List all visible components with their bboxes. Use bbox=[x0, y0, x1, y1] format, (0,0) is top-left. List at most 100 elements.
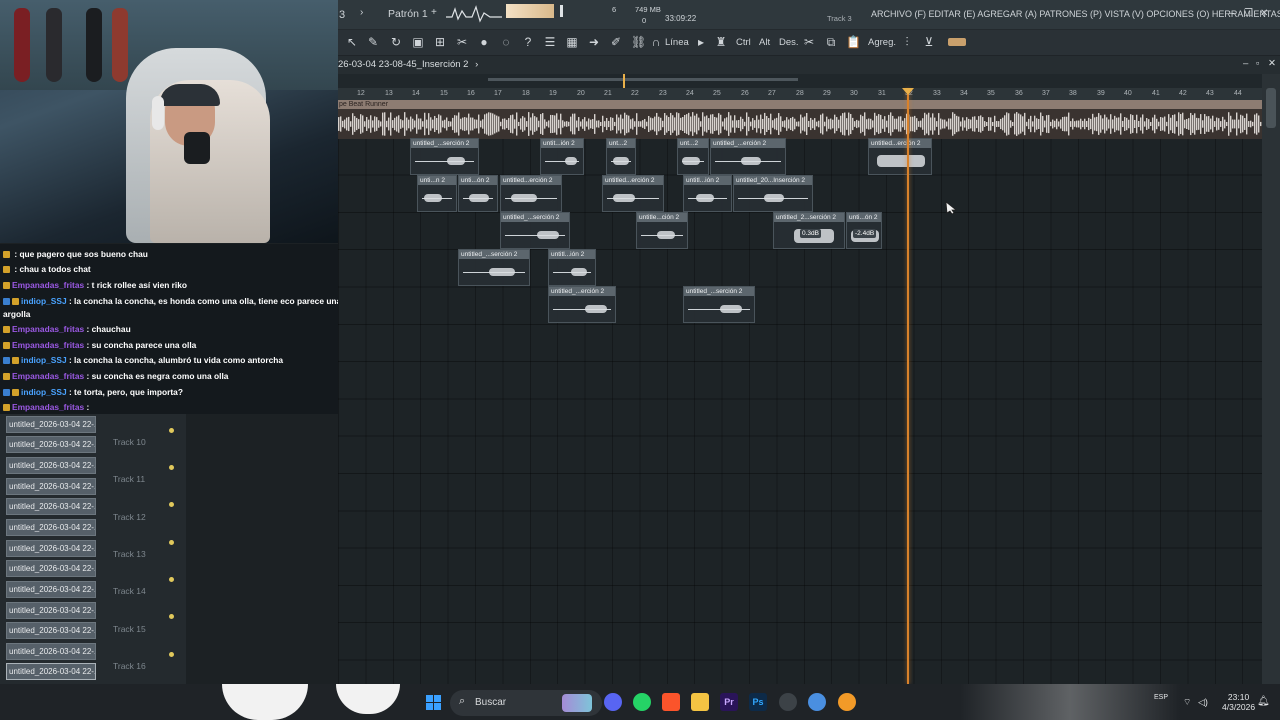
save-icon[interactable]: ▣ bbox=[411, 35, 425, 49]
add-button[interactable]: Agreg. bbox=[868, 37, 896, 48]
clip-list-item[interactable]: untitled_2026-03-04 22-... bbox=[6, 457, 96, 474]
file-explorer-icon[interactable] bbox=[691, 693, 709, 711]
photoshop-icon[interactable]: Ps bbox=[749, 693, 767, 711]
notification-bell-icon[interactable]: 🔔︎ bbox=[1257, 696, 1270, 707]
paste-icon[interactable]: 📋 bbox=[846, 35, 861, 49]
audio-clip[interactable]: untitle...ción 2 bbox=[636, 212, 688, 249]
mic-icon[interactable]: ● bbox=[477, 35, 491, 49]
clip-list-item[interactable]: untitled_2026-03-04 22-... bbox=[6, 622, 96, 639]
language-indicator[interactable]: ESP bbox=[1154, 694, 1168, 701]
timeline-ruler[interactable]: 12 13 14 15 16 17 18 19 20 21 22 23 24 2… bbox=[338, 88, 1262, 100]
track-enable-dot[interactable] bbox=[169, 428, 174, 433]
undo-button[interactable]: Des. bbox=[779, 37, 799, 48]
close-icon[interactable]: ✕ bbox=[1260, 8, 1268, 19]
add-pattern-icon[interactable]: + bbox=[431, 7, 437, 18]
audio-clip[interactable]: unti...ón 2 bbox=[458, 175, 498, 212]
minimize-icon[interactable]: – bbox=[1229, 8, 1235, 19]
fl-studio-icon[interactable] bbox=[838, 693, 856, 711]
clip-list-item[interactable]: untitled_2026-03-04 22-... bbox=[6, 478, 96, 495]
snap-icon[interactable]: ⊞ bbox=[433, 35, 447, 49]
chat-bubble-icon[interactable]: ◌ bbox=[499, 35, 513, 49]
playhead-marker-icon[interactable] bbox=[902, 88, 914, 95]
track-label[interactable]: Track 12 bbox=[113, 512, 146, 522]
track-label[interactable]: Track 15 bbox=[113, 624, 146, 634]
audio-clip[interactable]: untitled...erción 2 bbox=[602, 175, 664, 212]
chevron-right-icon[interactable]: › bbox=[475, 59, 478, 70]
audio-clip[interactable]: untitled_...serción 2 bbox=[683, 286, 755, 323]
audio-clip[interactable]: unt...2 bbox=[677, 138, 709, 175]
clip-list-item[interactable]: untitled_2026-03-04 22-... bbox=[6, 602, 96, 619]
audio-clip[interactable]: untitled_20...Inserción 2 bbox=[733, 175, 813, 212]
audio-clip[interactable]: untitled_...serción 2 bbox=[410, 138, 479, 175]
clip-list-item[interactable]: untitled_2026-03-04 22-... bbox=[6, 540, 96, 557]
clip-list-item[interactable]: untitled_2026-03-04 22-... bbox=[6, 643, 96, 660]
brave-icon[interactable] bbox=[662, 693, 680, 711]
clip-list-item[interactable]: untitled_2026-03-04 22-... bbox=[6, 498, 96, 515]
stamp-icon[interactable]: ♜ bbox=[714, 35, 728, 49]
chrome-icon[interactable] bbox=[808, 693, 826, 711]
arrow-right-icon[interactable]: ➜ bbox=[587, 35, 601, 49]
pattern-selector[interactable]: Patrón 1 bbox=[388, 8, 428, 20]
track-enable-dot[interactable] bbox=[169, 465, 174, 470]
track-label[interactable]: Track 16 bbox=[113, 661, 146, 671]
clip-list-item[interactable]: untitled_2026-03-04 22-... bbox=[6, 560, 96, 577]
track-label[interactable]: Track 11 bbox=[113, 474, 145, 484]
audio-clip[interactable]: untitled_...serción 2 bbox=[458, 249, 530, 286]
cut-clip-icon[interactable]: ✂ bbox=[802, 35, 816, 49]
audio-clip[interactable]: untitled_...erción 2 bbox=[548, 286, 616, 323]
windows-start-icon[interactable] bbox=[426, 695, 441, 710]
ctrl-modifier[interactable]: Ctrl bbox=[736, 37, 751, 48]
track-enable-dot[interactable] bbox=[169, 577, 174, 582]
audio-clip[interactable]: untitled...erción 2 bbox=[500, 175, 562, 212]
track-label[interactable]: Track 13 bbox=[113, 549, 146, 559]
audio-clip[interactable]: untitl...ión 2 bbox=[683, 175, 732, 212]
track-enable-dot[interactable] bbox=[169, 614, 174, 619]
taskbar-search[interactable]: ⌕ Buscar bbox=[450, 690, 602, 716]
obs-icon[interactable] bbox=[779, 693, 797, 711]
track-enable-dot[interactable] bbox=[169, 540, 174, 545]
track-enable-dot[interactable] bbox=[169, 502, 174, 507]
restore-icon[interactable]: ❐ bbox=[1244, 8, 1253, 19]
piano-roll-icon[interactable]: ▦ bbox=[565, 35, 579, 49]
audio-clip[interactable]: unt...2 bbox=[606, 138, 636, 175]
system-clock[interactable]: 23:10 4/3/2026 bbox=[1222, 692, 1255, 712]
audio-clip[interactable]: untitled_2...serción 2 0.3dB bbox=[773, 212, 845, 249]
clip-list-item[interactable]: untitled_2026-03-04 22-... bbox=[6, 436, 96, 453]
play-arrow-icon[interactable]: › bbox=[360, 7, 363, 18]
dropdown-arrow-icon[interactable]: ▸ bbox=[694, 35, 708, 49]
playhead[interactable] bbox=[907, 88, 909, 684]
clip-list-item[interactable]: untitled_2026-03-04 22-... bbox=[6, 581, 96, 598]
audio-clip[interactable]: untitled...erción 2 bbox=[868, 138, 932, 175]
vertical-scrollbar[interactable] bbox=[1262, 74, 1280, 684]
track-label[interactable]: Track 14 bbox=[113, 586, 146, 596]
alt-modifier[interactable]: Alt bbox=[759, 37, 770, 48]
volume-icon[interactable]: ◁) bbox=[1198, 697, 1208, 708]
premiere-icon[interactable]: Pr bbox=[720, 693, 738, 711]
main-menu[interactable]: ARCHIVO (F) EDITAR (E) AGREGAR (A) PATRO… bbox=[871, 9, 1280, 19]
cut-icon[interactable]: ✂ bbox=[455, 35, 469, 49]
arrow-tool-icon[interactable]: ↖ bbox=[345, 35, 359, 49]
track-label[interactable]: Track 10 bbox=[113, 437, 146, 447]
brush-icon[interactable]: ✐ bbox=[609, 35, 623, 49]
mixer-icon[interactable]: ⫶ bbox=[900, 35, 914, 49]
clip-list-item[interactable]: untitled_2026-03-04 22-... bbox=[6, 519, 96, 536]
audio-clip[interactable]: untitl...ión 2 bbox=[548, 249, 596, 286]
whatsapp-icon[interactable] bbox=[633, 693, 651, 711]
loop-icon[interactable]: ↻ bbox=[389, 35, 403, 49]
snap-mode-select[interactable]: Línea bbox=[665, 37, 689, 48]
playlist-overview[interactable] bbox=[338, 74, 1262, 88]
discord-icon[interactable] bbox=[604, 693, 622, 711]
link-icon[interactable]: ⛓ bbox=[631, 35, 646, 49]
help-icon[interactable]: ? bbox=[521, 35, 535, 49]
audio-clip[interactable]: unti...ón 2 -2.4dB bbox=[846, 212, 882, 249]
volume-badge[interactable]: 0.3dB bbox=[800, 229, 821, 238]
playlist-icon[interactable]: ☰ bbox=[543, 35, 557, 49]
restore-icon[interactable]: ▫ bbox=[1256, 58, 1259, 69]
audio-clip[interactable]: unti...n 2 bbox=[417, 175, 457, 212]
audio-clip[interactable]: untitled_...erción 2 bbox=[710, 138, 786, 175]
audio-clip[interactable]: untit...ión 2 bbox=[540, 138, 584, 175]
clip-list-item[interactable]: untitled_2026-03-04 22-... bbox=[6, 663, 96, 680]
track-enable-dot[interactable] bbox=[169, 652, 174, 657]
copy-icon[interactable]: ⧉ bbox=[824, 35, 838, 49]
close-icon[interactable]: ✕ bbox=[1268, 58, 1276, 69]
